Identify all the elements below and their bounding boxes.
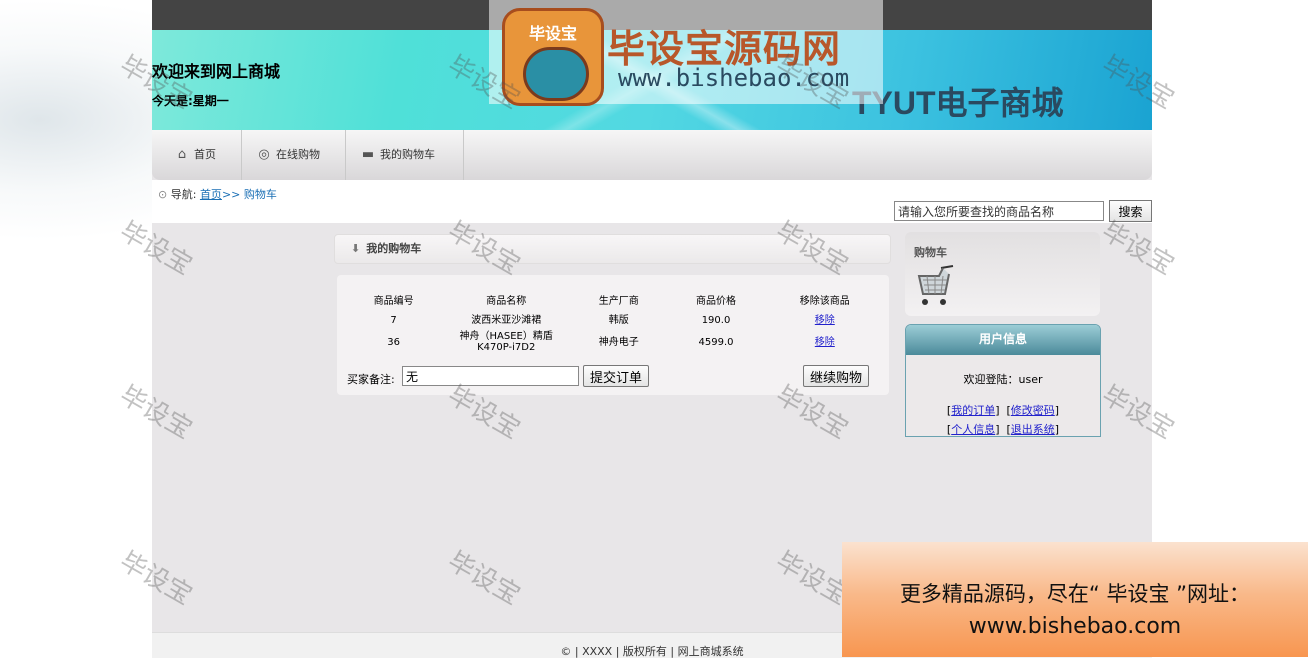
brand-logo: 毕设宝 bbox=[502, 8, 604, 106]
column-header: 生产厂商 bbox=[598, 295, 639, 307]
submit-order-button[interactable]: 提交订单 bbox=[583, 365, 650, 387]
nav-item-cart[interactable]: ▬ 我的购物车 bbox=[346, 130, 464, 180]
breadcrumb-home-link[interactable]: 首页 bbox=[200, 188, 222, 201]
remove-link[interactable]: 移除 bbox=[815, 337, 835, 348]
nav-item-label: 首页 bbox=[194, 148, 216, 161]
remark-input[interactable] bbox=[402, 366, 579, 386]
search-button[interactable]: 搜索 bbox=[1109, 200, 1152, 222]
table-header-row: 商品编号 商品名称 生产厂商 商品价格 移除该商品 bbox=[345, 289, 885, 309]
cell-action: 移除 bbox=[765, 309, 885, 331]
cell-maker: 韩版 bbox=[608, 314, 629, 326]
sidebar-cart[interactable]: 购物车 bbox=[905, 232, 1100, 316]
table-row: 7 波西米亚沙滩裙 韩版 190.0 移除 bbox=[345, 309, 885, 331]
logo-text: 毕设宝 bbox=[528, 24, 577, 43]
breadcrumb-separator: >> bbox=[221, 188, 241, 201]
breadcrumb: ⊙ 导航: 首页>> 购物车 bbox=[158, 186, 277, 202]
welcome-text: 欢迎来到网上商城 bbox=[152, 62, 281, 81]
table-row: 36 神舟（HASEE）精盾 K470P-i7D2 神舟电子 4599.0 移除 bbox=[345, 331, 885, 353]
car-icon: ▬ bbox=[361, 147, 375, 162]
cell-id: 7 bbox=[390, 314, 397, 326]
brand-overlay: 毕设宝 毕设宝源码网 www.bishebao.com bbox=[489, 0, 883, 106]
nav-item-home[interactable]: ⌂ 首页 bbox=[152, 130, 242, 180]
shop-name: TYUT电子商城 bbox=[852, 85, 1064, 121]
cell-price: 4599.0 bbox=[698, 336, 734, 348]
continue-shopping-button[interactable]: 继续购物 bbox=[803, 365, 870, 387]
logout-link[interactable]: 退出系统 bbox=[1011, 423, 1055, 436]
cell-name: 神舟（HASEE）精盾 K470P-i7D2 bbox=[459, 331, 553, 353]
cart-header: ⬇ 我的购物车 bbox=[334, 234, 891, 264]
nav-item-label: 我的购物车 bbox=[380, 148, 435, 161]
cell-price: 190.0 bbox=[701, 314, 731, 326]
nav-item-label: 在线购物 bbox=[276, 148, 320, 161]
nav-item-shopping[interactable]: ◎ 在线购物 bbox=[242, 130, 346, 180]
today-text: 今天是:星期一 bbox=[152, 94, 229, 108]
cart-table: 商品编号 商品名称 生产厂商 商品价格 移除该商品 7 波西米亚沙滩裙 韩版 1… bbox=[345, 289, 885, 354]
remove-link[interactable]: 移除 bbox=[815, 315, 835, 326]
cell-id: 36 bbox=[387, 336, 400, 348]
profile-link[interactable]: 个人信息 bbox=[951, 423, 995, 436]
cell-name: 波西米亚沙滩裙 bbox=[471, 314, 542, 326]
globe-icon: ◎ bbox=[258, 147, 270, 162]
column-header: 移除该商品 bbox=[799, 295, 850, 307]
promo-line-2: www.bishebao.com bbox=[968, 614, 1182, 639]
main-nav: ⌂ 首页 ◎ 在线购物 ▬ 我的购物车 bbox=[152, 130, 1152, 180]
promo-banner: 更多精品源码，尽在“ 毕设宝 ”网址： www.bishebao.com bbox=[842, 542, 1308, 657]
cart-title: 我的购物车 bbox=[366, 242, 422, 255]
user-links-row: [我的订单] [修改密码] bbox=[946, 404, 1060, 417]
my-orders-link[interactable]: 我的订单 bbox=[951, 404, 995, 417]
user-greeting: 欢迎登陆：user bbox=[963, 373, 1043, 386]
search-input[interactable] bbox=[894, 201, 1104, 221]
logo-face-icon bbox=[523, 47, 589, 101]
change-password-link[interactable]: 修改密码 bbox=[1011, 404, 1055, 417]
sidebar-cart-title: 购物车 bbox=[914, 246, 947, 259]
down-arrow-icon: ⬇ bbox=[351, 242, 361, 255]
breadcrumb-icon: ⊙ bbox=[158, 188, 168, 201]
column-header: 商品名称 bbox=[486, 295, 527, 307]
shopping-cart-icon bbox=[917, 265, 954, 305]
remark-label: 买家备注: bbox=[347, 373, 395, 386]
brand-url: www.bishebao.com bbox=[618, 64, 850, 92]
breadcrumb-prefix: 导航: bbox=[170, 188, 197, 201]
home-icon: ⌂ bbox=[177, 147, 187, 162]
user-info-title: 用户信息 bbox=[906, 325, 1100, 355]
promo-line-1: 更多精品源码，尽在“ 毕设宝 ”网址： bbox=[899, 582, 1251, 606]
user-info-panel: 用户信息 欢迎登陆：user [我的订单] [修改密码] [个人信息] [退出系… bbox=[905, 324, 1101, 437]
column-header: 商品价格 bbox=[696, 295, 736, 307]
footer-text: © | XXXX | 版权所有 | 网上商城系统 bbox=[560, 645, 744, 658]
cell-action: 移除 bbox=[765, 331, 885, 353]
column-header: 商品编号 bbox=[373, 295, 414, 307]
cell-maker: 神舟电子 bbox=[598, 336, 639, 348]
user-links-row: [个人信息] [退出系统] bbox=[946, 423, 1060, 436]
breadcrumb-current: 购物车 bbox=[243, 188, 277, 201]
cart-panel: 商品编号 商品名称 生产厂商 商品价格 移除该商品 7 波西米亚沙滩裙 韩版 1… bbox=[337, 275, 889, 395]
